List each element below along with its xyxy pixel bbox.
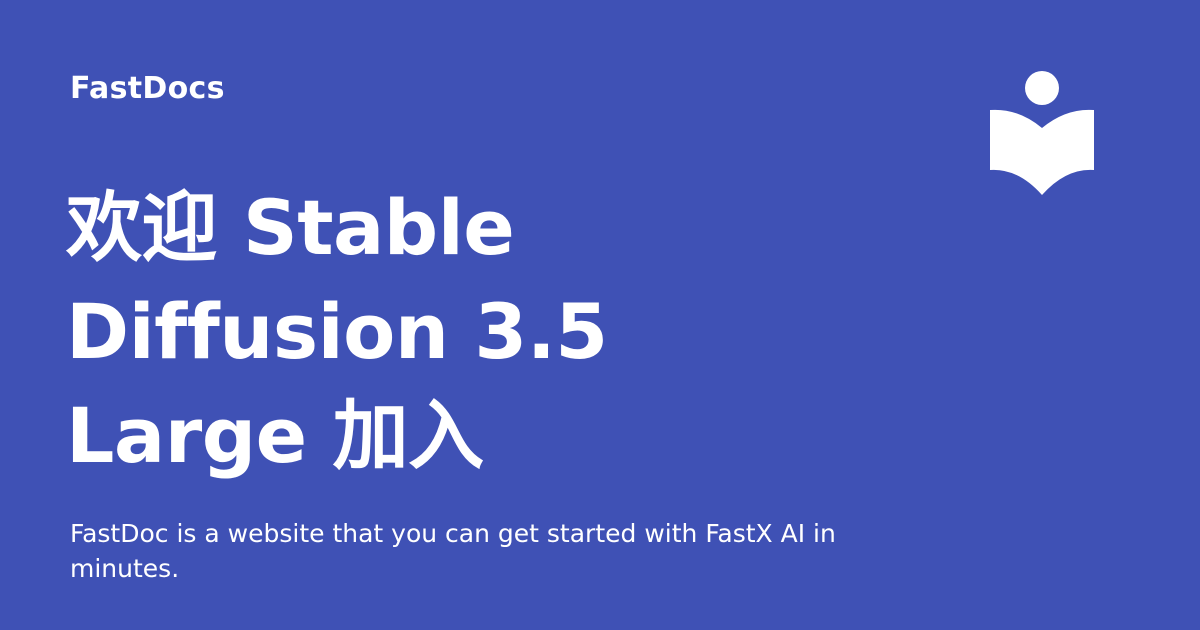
page-description: FastDoc is a website that you can get st… (70, 519, 836, 583)
social-card: FastDocs 欢迎 Stable Diffusion 3.5 Large 加… (0, 0, 1200, 630)
open-book-reader-icon (984, 70, 1100, 196)
site-name: FastDocs (70, 71, 225, 106)
page-title: 欢迎 Stable Diffusion 3.5 Large 加入 (66, 183, 608, 480)
